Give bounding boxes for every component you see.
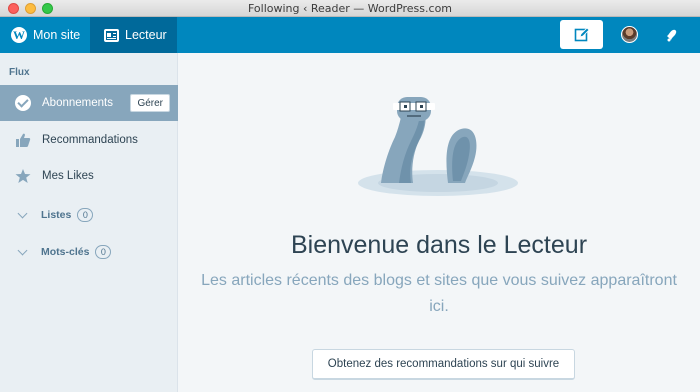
sidebar-section-lists[interactable]: Listes 0 bbox=[0, 205, 178, 225]
checkmark-icon bbox=[15, 95, 31, 111]
welcome-subtitle: Les articles récents des blogs et sites … bbox=[201, 272, 677, 315]
thumbs-up-icon bbox=[16, 133, 31, 147]
window-title: Following ‹ Reader — WordPress.com bbox=[247, 1, 453, 15]
reader-illustration bbox=[358, 97, 518, 196]
star-icon bbox=[15, 169, 31, 183]
manage-subscriptions-button[interactable]: Gérer bbox=[130, 94, 170, 112]
sidebar-item-subscriptions[interactable]: Abonnements Gérer bbox=[0, 85, 178, 121]
tags-label: Mots-clés bbox=[41, 246, 90, 258]
welcome-title: Bienvenue dans le Lecteur bbox=[290, 231, 588, 259]
close-window-button[interactable] bbox=[8, 3, 19, 14]
my-site-label: Mon site bbox=[33, 28, 81, 42]
minimize-window-button[interactable] bbox=[25, 3, 36, 14]
reader-button[interactable]: Lecteur bbox=[90, 17, 177, 53]
write-post-button[interactable] bbox=[560, 20, 603, 49]
notifications-icon[interactable] bbox=[664, 27, 680, 43]
sidebar-item-label: Abonnements bbox=[42, 97, 113, 109]
window-titlebar: Following ‹ Reader — WordPress.com bbox=[0, 0, 700, 17]
lists-label: Listes bbox=[41, 209, 72, 221]
sidebar-item-label: Recommandations bbox=[42, 134, 138, 146]
write-icon bbox=[574, 26, 590, 41]
sidebar-heading: Flux bbox=[9, 67, 30, 78]
sidebar-section-tags[interactable]: Mots-clés 0 bbox=[0, 242, 178, 262]
chevron-down-icon bbox=[17, 208, 28, 218]
maximize-window-button[interactable] bbox=[42, 3, 53, 14]
my-site-button[interactable]: W Mon site bbox=[0, 17, 90, 53]
chevron-down-icon bbox=[17, 245, 28, 255]
sidebar-item-label: Mes Likes bbox=[42, 170, 94, 182]
sidebar: Flux Abonnements Gérer Recommandations M… bbox=[0, 53, 178, 392]
get-recommendations-button[interactable]: Obtenez des recommandations sur qui suiv… bbox=[312, 349, 575, 380]
window-controls bbox=[8, 3, 53, 14]
wordpress-logo-icon: W bbox=[11, 27, 27, 43]
reader-icon bbox=[104, 28, 119, 42]
sidebar-item-recommendations[interactable]: Recommandations bbox=[0, 122, 178, 158]
reader-label: Lecteur bbox=[125, 28, 167, 42]
main-content: Bienvenue dans le Lecteur Les articles r… bbox=[178, 53, 700, 392]
avatar[interactable] bbox=[621, 26, 638, 43]
lists-count-badge: 0 bbox=[77, 208, 94, 222]
tags-count-badge: 0 bbox=[95, 245, 112, 259]
sidebar-item-my-likes[interactable]: Mes Likes bbox=[0, 158, 178, 194]
